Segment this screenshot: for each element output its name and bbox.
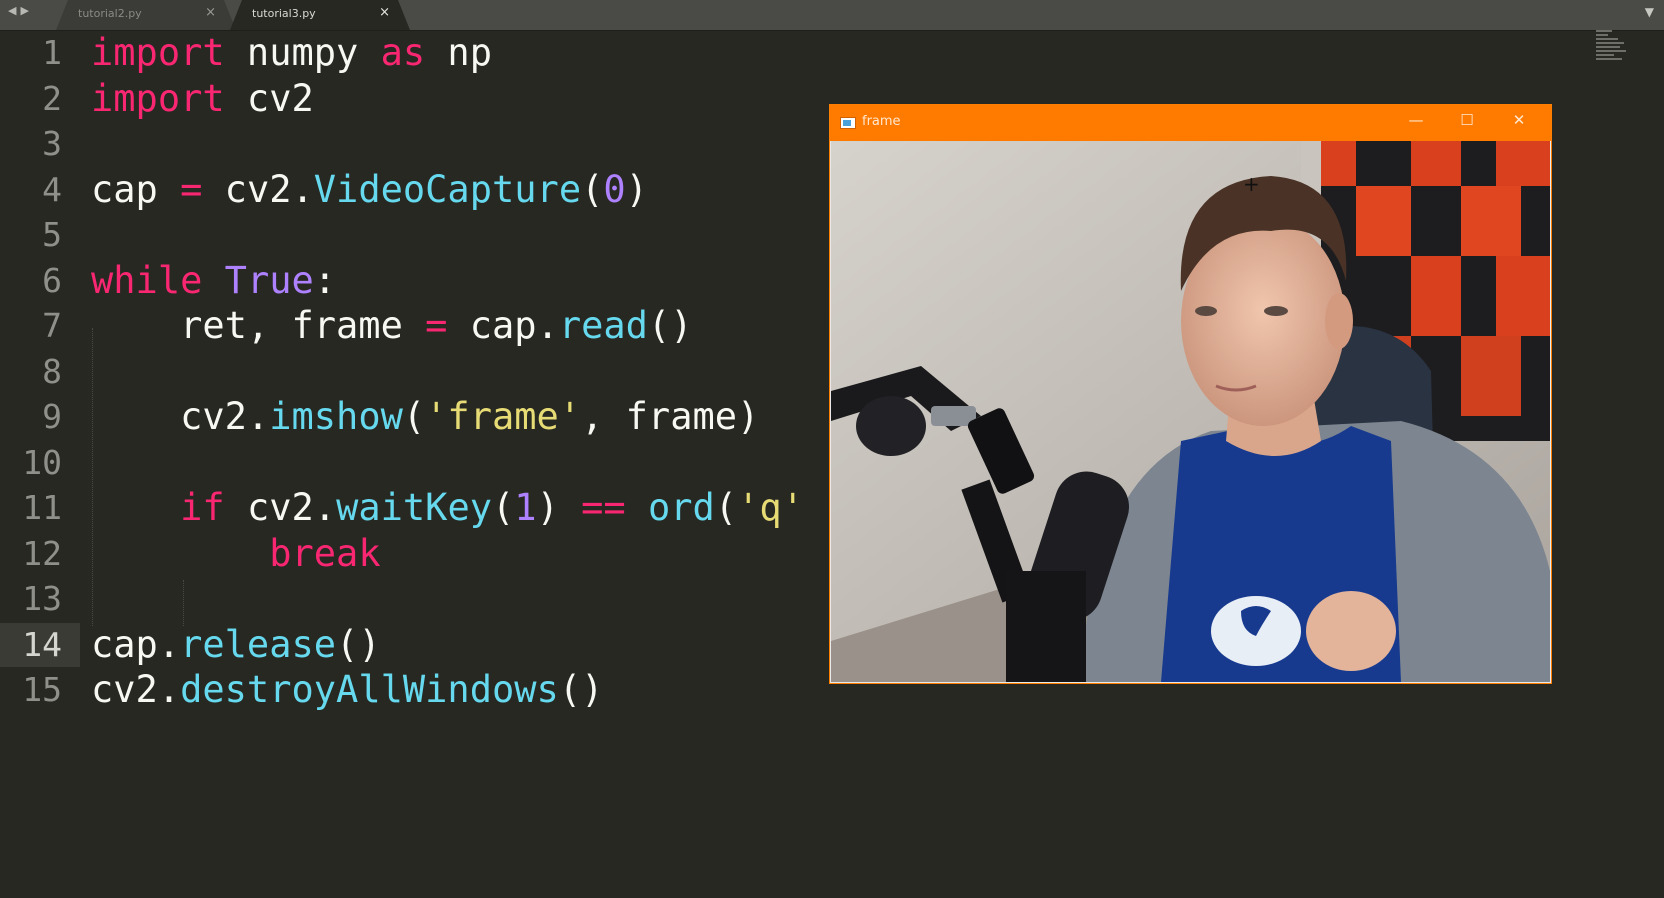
camera-window-title: frame xyxy=(862,114,901,129)
code-token: , frame) xyxy=(581,395,760,438)
line-number: 14 xyxy=(22,625,62,664)
code-token: ret, frame xyxy=(91,304,426,347)
code-token: numpy xyxy=(224,31,381,74)
code-token: cap. xyxy=(447,304,559,347)
code-token: == xyxy=(581,486,626,529)
code-text[interactable]: cv2.destroyAllWindows() xyxy=(91,666,603,714)
tab-nav-arrows: ◀ ▶ xyxy=(8,4,29,18)
code-token: ( xyxy=(581,168,604,211)
maximize-button[interactable]: ☐ xyxy=(1452,111,1482,129)
code-token: ( xyxy=(492,486,515,529)
webcam-feed xyxy=(831,141,1550,682)
line-number: 3 xyxy=(42,124,62,163)
code-token: cv2. xyxy=(91,395,270,438)
code-token: ) xyxy=(536,486,582,529)
code-token: ( xyxy=(402,395,426,438)
code-token: as xyxy=(380,31,426,74)
code-token: ) xyxy=(625,168,648,211)
line-number: 15 xyxy=(22,670,62,709)
camera-window-titlebar[interactable]: frame — ☐ ✕ xyxy=(830,105,1551,141)
code-token: VideoCapture xyxy=(313,168,582,211)
line-number: 1 xyxy=(42,33,62,72)
code-token: destroyAllWindows xyxy=(180,668,559,711)
code-token: waitKey xyxy=(336,486,492,529)
close-icon[interactable]: × xyxy=(379,5,390,20)
line-number: 5 xyxy=(42,215,62,254)
line-number: 13 xyxy=(22,579,62,618)
chevron-down-icon[interactable]: ▼ xyxy=(1645,5,1654,19)
code-token: : xyxy=(313,259,337,302)
line-number: 12 xyxy=(22,534,62,573)
minimize-button[interactable]: — xyxy=(1401,111,1431,129)
code-text[interactable]: cap.release() xyxy=(91,621,381,669)
code-text[interactable]: cap = cv2.VideoCapture(0) xyxy=(91,166,648,214)
close-button[interactable]: ✕ xyxy=(1504,111,1534,129)
line-number: 10 xyxy=(22,443,62,482)
code-token: while xyxy=(91,259,203,302)
code-token: import xyxy=(91,31,225,74)
code-token: ord xyxy=(647,486,715,529)
line-number: 2 xyxy=(42,79,62,118)
code-line[interactable]: 1 import numpy as np xyxy=(0,29,1664,77)
code-token: 1 xyxy=(514,486,537,529)
code-token: if xyxy=(180,486,225,529)
code-token: imshow xyxy=(269,395,403,438)
tab-bar: ◀ ▶ tutorial2.py × tutorial3.py × ▼ xyxy=(0,0,1664,31)
tab-tutorial2[interactable]: tutorial2.py × xyxy=(56,0,236,30)
code-text[interactable]: import cv2 xyxy=(91,75,314,123)
code-text[interactable]: break xyxy=(91,530,381,578)
chevron-right-icon[interactable]: ▶ xyxy=(20,4,28,18)
code-token: () xyxy=(558,668,604,711)
mouse-cursor-icon: + xyxy=(1243,172,1260,196)
code-token: () xyxy=(336,623,381,666)
code-text[interactable]: import numpy as np xyxy=(91,29,492,77)
tab-label: tutorial2.py xyxy=(78,7,142,20)
code-text[interactable]: while True: xyxy=(91,257,336,305)
line-number: 9 xyxy=(42,397,62,436)
code-token: ( xyxy=(714,486,738,529)
code-token: import xyxy=(91,77,225,120)
code-token: True xyxy=(224,259,314,302)
code-text[interactable]: ret, frame = cap.read() xyxy=(91,302,692,350)
code-token: np xyxy=(425,31,492,74)
chevron-left-icon[interactable]: ◀ xyxy=(8,4,16,18)
code-token: read xyxy=(558,304,648,347)
code-token: cv2. xyxy=(202,168,314,211)
app-window-icon xyxy=(840,117,856,129)
code-token: release xyxy=(180,623,337,666)
code-text[interactable]: if cv2.waitKey(1) == ord('q' xyxy=(91,484,804,532)
code-token: 0 xyxy=(603,168,626,211)
line-number: 11 xyxy=(22,488,62,527)
code-token: cap. xyxy=(91,623,181,666)
camera-window[interactable]: frame — ☐ ✕ xyxy=(829,104,1552,684)
code-token: = xyxy=(425,304,448,347)
code-text[interactable]: cv2.imshow('frame', frame) xyxy=(91,393,759,441)
code-token: () xyxy=(647,304,693,347)
line-number: 6 xyxy=(42,261,62,300)
code-token: 'frame' xyxy=(425,395,582,438)
tab-tutorial3[interactable]: tutorial3.py × xyxy=(230,0,410,30)
line-number: 4 xyxy=(42,170,62,209)
code-token: cv2. xyxy=(91,668,181,711)
code-token: cv2 xyxy=(224,77,314,120)
code-token: cap xyxy=(91,168,181,211)
code-token: cv2. xyxy=(224,486,337,529)
webcam-image xyxy=(831,141,1550,682)
close-icon[interactable]: × xyxy=(205,5,216,20)
line-number: 8 xyxy=(42,352,62,391)
code-token: 'q' xyxy=(737,486,804,529)
code-token: = xyxy=(180,168,203,211)
code-token: break xyxy=(269,532,381,575)
line-number: 7 xyxy=(42,306,62,345)
tab-label: tutorial3.py xyxy=(252,7,316,20)
